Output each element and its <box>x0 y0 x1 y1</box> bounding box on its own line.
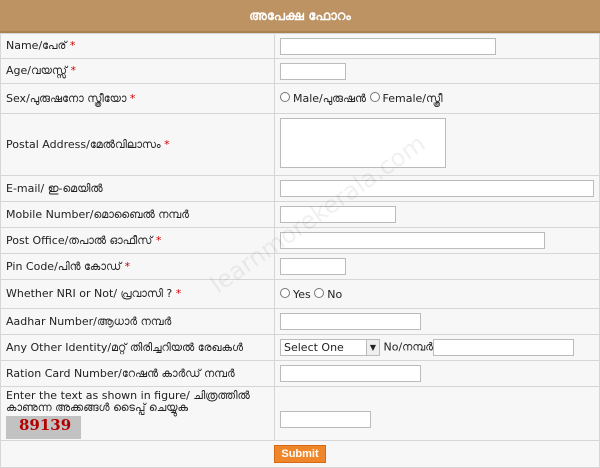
yes-label: Yes <box>293 287 311 301</box>
label-text: Name/പേര് <box>6 39 67 52</box>
captcha-label: Enter the text as shown in figure/ ചിത്ര… <box>6 389 250 414</box>
mobile-input[interactable] <box>280 206 396 223</box>
name-input[interactable] <box>280 37 496 55</box>
age-input[interactable] <box>280 62 346 80</box>
label-text: Whether NRI or Not/ പ്രവാസി ? <box>6 287 173 300</box>
chevron-down-icon: ▼ <box>366 340 379 355</box>
male-radio[interactable] <box>280 91 290 102</box>
no-label: No <box>327 287 343 301</box>
captcha-input[interactable] <box>280 411 371 428</box>
sex-label: Sex/പുരുഷനോ സ്ത്രീയോ * <box>0 83 275 114</box>
email-label: E-mail/ ഇ-മെയിൽ <box>0 175 275 202</box>
select-value: Select One <box>284 341 344 354</box>
aadhar-label: Aadhar Number/ആധാർ നമ്പർ <box>0 308 275 335</box>
address-textarea[interactable] <box>280 118 446 168</box>
address-label: Postal Address/മേൽവിലാസം * <box>0 113 275 176</box>
form-title: അപേക്ഷ ഫോറം <box>0 0 600 33</box>
aadhar-input[interactable] <box>280 313 421 330</box>
label-text: Postal Address/മേൽവിലാസം <box>6 137 161 151</box>
label-text: Post Office/തപാൽ ഓഫീസ് <box>6 233 153 247</box>
post-office-input[interactable] <box>280 232 545 249</box>
post-office-label: Post Office/തപാൽ ഓഫീസ് * <box>0 227 275 254</box>
ration-label: Ration Card Number/റേഷൻ കാർഡ് നമ്പർ <box>0 360 275 387</box>
nri-no-radio[interactable] <box>314 287 325 298</box>
required-mark: * <box>124 259 131 273</box>
required-mark: * <box>69 39 76 52</box>
captcha-image: 89139 <box>6 416 81 439</box>
mobile-label: Mobile Number/മൊബൈൽ നമ്പർ <box>0 201 275 228</box>
age-label: Age/വയസ്സ് * <box>0 58 275 84</box>
submit-button[interactable]: Submit <box>274 445 326 463</box>
nri-label: Whether NRI or Not/ പ്രവാസി ? * <box>0 279 275 309</box>
female-radio[interactable] <box>369 91 380 102</box>
email-input[interactable] <box>280 180 594 197</box>
required-mark: * <box>175 287 182 300</box>
required-mark: * <box>129 91 136 105</box>
male-label: Male/പുരുഷൻ <box>293 91 366 105</box>
ration-input[interactable] <box>280 365 421 382</box>
label-text: Pin Code/പിൻ കോഡ് <box>6 259 122 273</box>
nri-yes-radio[interactable] <box>280 287 290 298</box>
required-mark: * <box>164 137 170 151</box>
label-text: Age/വയസ്സ് <box>6 64 67 77</box>
pin-label: Pin Code/പിൻ കോഡ് * <box>0 253 275 280</box>
required-mark: * <box>155 233 162 247</box>
required-mark: * <box>70 64 76 77</box>
application-form: Name/പേര് * Age/വയസ്സ് * Sex/പുരുഷനോ സ്ത… <box>0 33 600 468</box>
id-number-label: No/നമ്പർ <box>383 340 433 354</box>
other-id-label: Any Other Identity/മറ്റ് തിരിച്ചറിയൽ രേഖ… <box>0 334 275 361</box>
pin-input[interactable] <box>280 258 346 275</box>
id-number-input[interactable] <box>432 339 574 356</box>
identity-select[interactable]: Select One ▼ <box>280 339 380 356</box>
name-label: Name/പേര് * <box>0 33 275 59</box>
label-text: Sex/പുരുഷനോ സ്ത്രീയോ <box>6 91 127 105</box>
female-label: Female/സ്ത്രീ <box>382 91 443 105</box>
